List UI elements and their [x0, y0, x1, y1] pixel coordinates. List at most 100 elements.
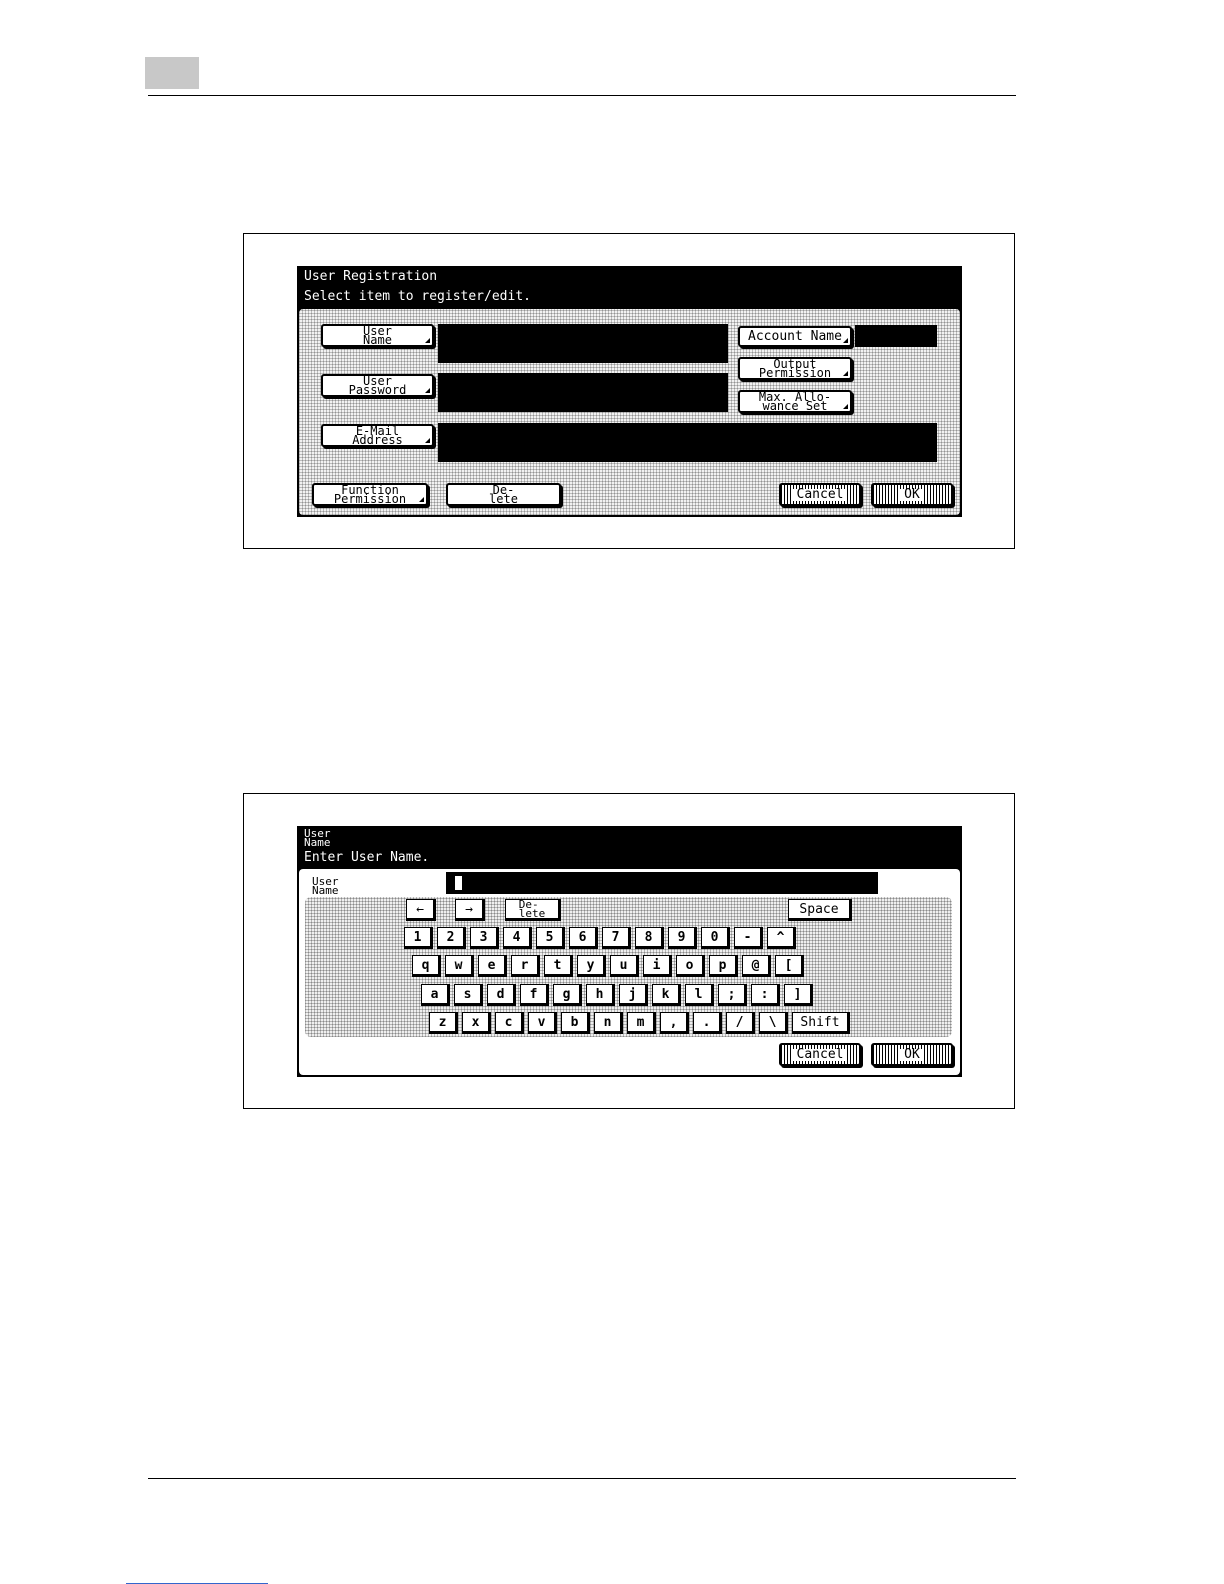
delete-key-label: De- lete: [518, 898, 546, 920]
key-n[interactable]: n: [594, 1012, 623, 1034]
function-permission-button[interactable]: Function Permission: [312, 483, 428, 506]
user-password-button-label: User Password: [348, 373, 407, 397]
key-h[interactable]: h: [586, 984, 615, 1006]
email-address-button[interactable]: E-Mail Address: [321, 424, 434, 447]
key-f[interactable]: f: [520, 984, 549, 1006]
key-m[interactable]: m: [627, 1012, 656, 1034]
key-slash[interactable]: /: [726, 1012, 755, 1034]
key-a[interactable]: a: [421, 984, 450, 1006]
key-8[interactable]: 8: [635, 927, 664, 949]
key-d[interactable]: d: [487, 984, 516, 1006]
user-password-button[interactable]: User Password: [321, 374, 434, 397]
key-label: m: [636, 1014, 645, 1030]
key-4[interactable]: 4: [503, 927, 532, 949]
key-label: ]: [793, 986, 802, 1002]
delete-key[interactable]: De- lete: [505, 899, 561, 921]
account-name-button[interactable]: Account Name: [738, 326, 852, 347]
key-semicolon[interactable]: ;: [718, 984, 747, 1006]
key-x[interactable]: x: [462, 1012, 491, 1034]
key-colon[interactable]: :: [751, 984, 780, 1006]
key-w[interactable]: w: [445, 955, 474, 977]
screen-title: User Registration: [304, 269, 438, 284]
max-allowance-set-button-label: Max. Allo- wance Set: [758, 389, 832, 413]
key-label: o: [685, 957, 694, 973]
key-e[interactable]: e: [478, 955, 507, 977]
key-i[interactable]: i: [643, 955, 672, 977]
key-5[interactable]: 5: [536, 927, 565, 949]
user-name-button[interactable]: User Name: [321, 324, 434, 347]
key-3[interactable]: 3: [470, 927, 499, 949]
page-marker: [145, 57, 199, 89]
email-address-field[interactable]: [438, 423, 937, 462]
key-caret[interactable]: ^: [767, 927, 796, 949]
key-b[interactable]: b: [561, 1012, 590, 1034]
header-rule: [148, 95, 1016, 96]
user-name-input[interactable]: [446, 872, 878, 894]
key-9[interactable]: 9: [668, 927, 697, 949]
key-s[interactable]: s: [454, 984, 483, 1006]
key-label: f: [529, 986, 538, 1002]
enter-user-name-screen: User Name Enter User Name. User Name ← →…: [297, 826, 962, 1077]
key-right-bracket[interactable]: ]: [784, 984, 813, 1006]
key-y[interactable]: y: [577, 955, 606, 977]
key-o[interactable]: o: [676, 955, 705, 977]
account-name-field[interactable]: [855, 325, 937, 347]
key-g[interactable]: g: [553, 984, 582, 1006]
user-password-field[interactable]: [438, 373, 728, 412]
key-v[interactable]: v: [528, 1012, 557, 1034]
key-k[interactable]: k: [652, 984, 681, 1006]
cancel-button-label: Cancel: [792, 1048, 848, 1061]
user-name-field[interactable]: [438, 324, 728, 363]
key-l[interactable]: l: [685, 984, 714, 1006]
key-2[interactable]: 2: [437, 927, 466, 949]
key-period[interactable]: .: [693, 1012, 722, 1034]
key-label: 1: [413, 929, 422, 945]
key-u[interactable]: u: [610, 955, 639, 977]
key-6[interactable]: 6: [569, 927, 598, 949]
footer-rule: [148, 1478, 1016, 1479]
key-label: [: [784, 957, 793, 973]
user-name-button-label: User Name: [363, 323, 392, 347]
key-label: /: [735, 1014, 744, 1030]
key-label: 0: [710, 929, 719, 945]
key-c[interactable]: c: [495, 1012, 524, 1034]
key-label: 7: [611, 929, 620, 945]
key-j[interactable]: j: [619, 984, 648, 1006]
cursor-right-key[interactable]: →: [455, 899, 485, 921]
key-label: y: [586, 957, 595, 973]
delete-button[interactable]: De- lete: [446, 483, 561, 506]
key-label: ^: [776, 929, 785, 945]
delete-button-label: De- lete: [489, 482, 518, 506]
key-p[interactable]: p: [709, 955, 738, 977]
key-label: -: [743, 929, 752, 945]
key-label: t: [553, 957, 562, 973]
cancel-button[interactable]: Cancel: [779, 483, 861, 506]
shift-key[interactable]: Shift: [792, 1012, 850, 1034]
space-key[interactable]: Space: [788, 899, 852, 921]
key-r[interactable]: r: [511, 955, 540, 977]
output-permission-button-label: Output Permission: [758, 356, 832, 380]
ok-button[interactable]: OK: [871, 1043, 953, 1066]
key-label: d: [496, 986, 505, 1002]
ok-button[interactable]: OK: [871, 483, 953, 506]
max-allowance-set-button[interactable]: Max. Allo- wance Set: [738, 390, 852, 413]
key-label: \: [768, 1014, 777, 1030]
key-left-bracket[interactable]: [: [775, 955, 804, 977]
key-label: ;: [727, 986, 736, 1002]
key-label: n: [603, 1014, 612, 1030]
key-at[interactable]: @: [742, 955, 771, 977]
key-backslash[interactable]: \: [759, 1012, 788, 1034]
key-label: s: [463, 986, 472, 1002]
key-z[interactable]: z: [429, 1012, 458, 1034]
key-7[interactable]: 7: [602, 927, 631, 949]
key-t[interactable]: t: [544, 955, 573, 977]
key-0[interactable]: 0: [701, 927, 730, 949]
output-permission-button[interactable]: Output Permission: [738, 357, 852, 380]
key-1[interactable]: 1: [404, 927, 433, 949]
cursor-left-key[interactable]: ←: [406, 899, 436, 921]
key-comma[interactable]: ,: [660, 1012, 689, 1034]
key-q[interactable]: q: [412, 955, 441, 977]
key-minus[interactable]: -: [734, 927, 763, 949]
cancel-button[interactable]: Cancel: [779, 1043, 861, 1066]
email-address-button-label: E-Mail Address: [352, 423, 403, 447]
